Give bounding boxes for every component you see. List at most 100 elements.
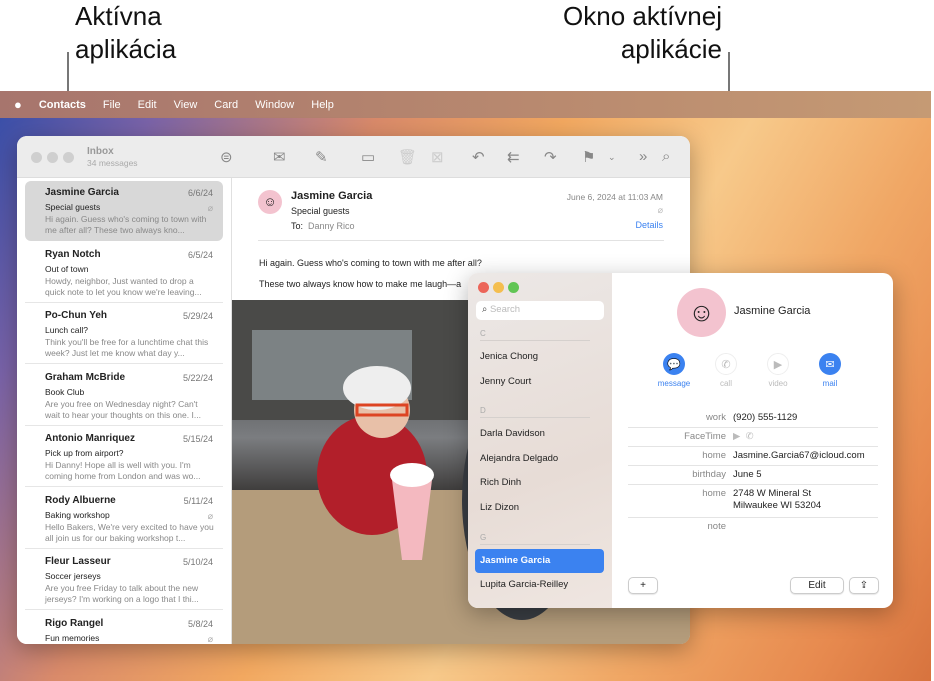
message-action-button[interactable]: 💬 message xyxy=(654,353,694,388)
mail-icon: ✉ xyxy=(819,353,841,375)
annotation-active-window: Okno aktívnej aplikácie xyxy=(563,0,722,66)
compose-icon[interactable]: ✎ xyxy=(315,148,328,166)
message-date: 6/6/24 xyxy=(187,188,213,198)
contact-list-item[interactable]: Lupita Garcia-Reilley xyxy=(480,579,568,590)
message-list-item[interactable]: Fleur Lasseur 5/10/24 Soccer jerseys Are… xyxy=(25,550,223,610)
field-value[interactable]: June 5 xyxy=(733,469,762,481)
action-label: mail xyxy=(822,379,838,388)
message-list-item[interactable]: Jasmine Garcia 6/6/24 Special guests Hi … xyxy=(25,181,223,241)
field-row-facetime: FaceTime ▶ ✆ xyxy=(628,428,878,447)
mailbox-title: Inbox xyxy=(87,146,114,157)
field-value[interactable]: Jasmine.Garcia67@icloud.com xyxy=(733,450,865,462)
message-preview: Think you'll be free for a lunchtime cha… xyxy=(45,337,209,358)
close-button[interactable] xyxy=(31,152,42,163)
field-value-line: Milwaukee WI 53204 xyxy=(733,500,822,511)
contacts-window: ⌕ Search C Jenica Chong Jenny Court D Darla … xyxy=(468,273,893,608)
close-button[interactable] xyxy=(478,282,489,293)
new-message-envelope-icon[interactable]: ✉ xyxy=(273,148,286,166)
field-value[interactable]: 2748 W Mineral St Milwaukee WI 53204 xyxy=(733,488,821,512)
call-action-button[interactable]: ✆ call xyxy=(706,353,746,388)
menu-view[interactable]: View xyxy=(174,99,198,111)
menu-file[interactable]: File xyxy=(103,99,121,111)
message-list-item[interactable]: Ryan Notch 6/5/24 Out of town Howdy, nei… xyxy=(25,243,223,303)
details-link[interactable]: Details xyxy=(635,220,663,230)
action-label: message xyxy=(657,379,691,388)
add-button[interactable]: + xyxy=(628,577,658,594)
edit-button[interactable]: Edit xyxy=(790,577,844,594)
flag-chevron-down-icon[interactable]: ⌄ xyxy=(608,152,616,163)
field-row-birthday: birthday June 5 xyxy=(628,466,878,485)
field-value-line: Jasmine.Garcia67@icloud.com xyxy=(733,450,865,461)
message-subject: Special guests xyxy=(45,202,101,212)
annotation-line: Okno aktívnej xyxy=(563,1,722,31)
mail-action-button[interactable]: ✉ mail xyxy=(810,353,850,388)
video-action-button[interactable]: ▶ video xyxy=(758,353,798,388)
minimize-button[interactable] xyxy=(47,152,58,163)
forward-icon[interactable]: ↷ xyxy=(544,148,557,166)
field-row-work: work (920) 555-1129 xyxy=(628,409,878,428)
recipient-line: To: Danny Rico xyxy=(291,221,355,231)
search-icon[interactable]: ⌕ xyxy=(662,148,670,165)
contact-list-item[interactable]: Jasmine Garcia xyxy=(475,548,604,573)
action-label: call xyxy=(719,379,732,388)
message-subject: Special guests xyxy=(291,206,350,216)
archive-icon[interactable]: ▭ xyxy=(361,148,375,166)
message-preview: Hi again. Guess who's coming to town wit… xyxy=(45,214,207,235)
message-subject: Pick up from airport? xyxy=(45,448,124,458)
reply-icon[interactable]: ↶ xyxy=(472,148,485,166)
search-field[interactable]: ⌕ Search xyxy=(476,301,604,320)
share-button[interactable]: ⇪ xyxy=(849,577,879,594)
annotation-line: aplikácia xyxy=(75,34,177,64)
attachment-icon: ⌀ xyxy=(207,633,213,644)
section-header: C xyxy=(480,329,590,341)
message-date: 5/10/24 xyxy=(182,557,213,567)
video-icon[interactable]: ▶ xyxy=(733,431,740,442)
menu-help[interactable]: Help xyxy=(311,99,334,111)
field-row-note: note xyxy=(628,518,878,537)
menu-window[interactable]: Window xyxy=(255,99,294,111)
to-label: To: xyxy=(291,221,304,231)
trash-icon[interactable]: 🗑 xyxy=(398,148,417,166)
message-list-item[interactable]: Rigo Rangel 5/8/24 Fun memories ⌀ xyxy=(25,612,223,645)
phone-icon[interactable]: ✆ xyxy=(746,431,754,442)
message-preview: Hi Danny! Hope all is well with you. I'm… xyxy=(45,460,201,481)
reply-all-icon[interactable]: ⇇ xyxy=(507,148,520,166)
contact-list-item[interactable]: Liz Dizon xyxy=(480,502,519,513)
contact-list-item[interactable]: Darla Davidson xyxy=(480,428,545,439)
menu-card[interactable]: Card xyxy=(214,99,238,111)
sender-avatar: ☺ xyxy=(258,190,282,214)
field-row-home: home Jasmine.Garcia67@icloud.com xyxy=(628,447,878,466)
menu-edit[interactable]: Edit xyxy=(138,99,157,111)
message-date: 5/8/24 xyxy=(187,618,213,629)
message-list-item[interactable]: Graham McBride 5/22/24 Book Club Are you… xyxy=(25,366,223,426)
section-header: D xyxy=(480,406,590,419)
junk-icon[interactable]: ⊠ xyxy=(431,148,444,166)
more-chevron-icon[interactable]: » xyxy=(639,148,647,165)
filter-icon[interactable]: ⊜ xyxy=(220,148,233,166)
flag-icon[interactable]: ⚑ xyxy=(582,148,595,166)
contact-card: ☺ Jasmine Garcia 💬 message ✆ call ▶ video ✉ mai… xyxy=(612,273,893,608)
field-label: FaceTime xyxy=(684,431,726,442)
field-value-line: 2748 W Mineral St xyxy=(733,488,812,499)
message-subject: Fun memories xyxy=(45,632,100,643)
zoom-button[interactable] xyxy=(63,152,74,163)
contact-list-item[interactable]: Rich Dinh xyxy=(480,477,521,488)
message-date: 5/15/24 xyxy=(182,434,213,444)
contact-list-item[interactable]: Jenica Chong xyxy=(480,351,538,362)
message-list-item[interactable]: Antonio Manriquez 5/15/24 Pick up from a… xyxy=(25,427,223,487)
share-icon: ⇪ xyxy=(859,580,869,591)
field-row-home: home 2748 W Mineral St Milwaukee WI 53204 xyxy=(628,485,878,518)
minimize-button[interactable] xyxy=(493,282,504,293)
message-date: 5/11/24 xyxy=(183,495,213,506)
message-list-item[interactable]: Rody Albuerne 5/11/24 Baking workshop He… xyxy=(25,489,223,549)
menu-bar: ● Contacts File Edit View Card Window He… xyxy=(0,91,931,118)
message-subject: Lunch call? xyxy=(45,325,89,335)
zoom-button[interactable] xyxy=(508,282,519,293)
contact-list-item[interactable]: Jenny Court xyxy=(480,376,531,387)
message-list-item[interactable]: Po-Chun Yeh 5/29/24 Lunch call? Think yo… xyxy=(25,304,223,364)
apple-menu-icon[interactable]: ● xyxy=(14,97,22,112)
menu-app-contacts[interactable]: Contacts xyxy=(39,99,86,111)
contact-list-item[interactable]: Alejandra Delgado xyxy=(480,453,558,464)
field-value[interactable]: (920) 555-1129 xyxy=(733,412,797,424)
message-date: 5/22/24 xyxy=(182,372,213,383)
